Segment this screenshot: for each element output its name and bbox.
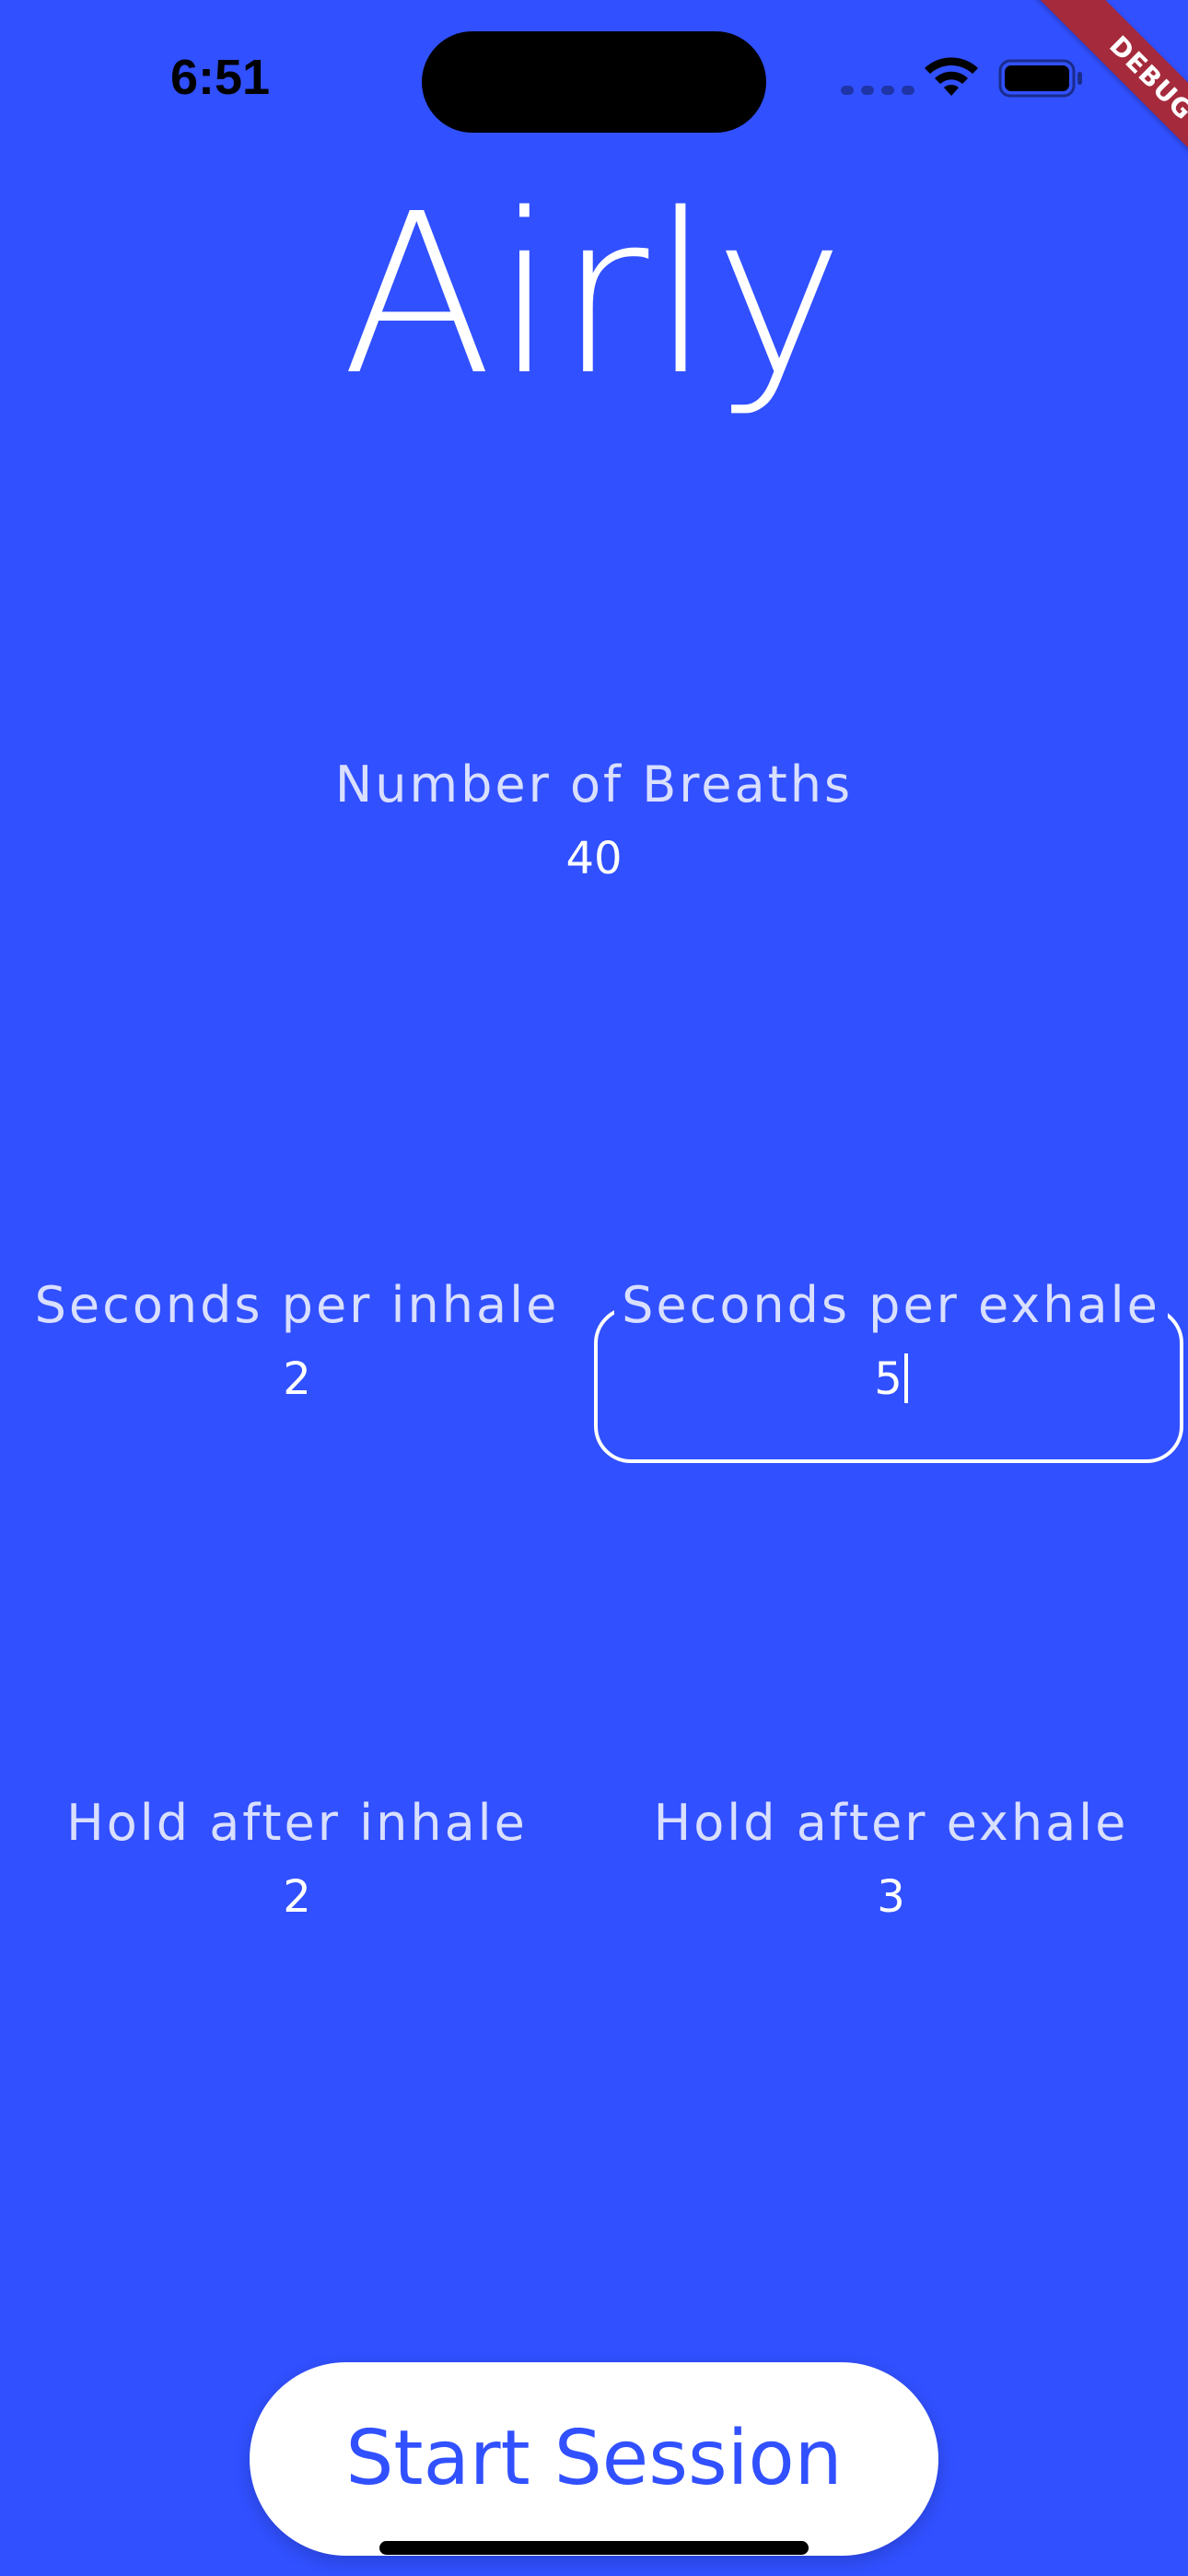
breaths-field[interactable]: Number of Breaths 40 [0,755,1188,886]
inhale-input[interactable]: 2 [0,1352,594,1407]
start-session-button[interactable]: Start Session [250,2362,938,2556]
hold-inhale-field[interactable]: Hold after inhale 2 [0,1794,594,1925]
breaths-label: Number of Breaths [334,755,854,814]
dynamic-island [422,31,766,133]
hold-exhale-label: Hold after exhale [653,1794,1129,1852]
app-screen: 6:51 DEBUG Airly Number of Breaths 40 Se… [0,0,1188,2576]
text-cursor [903,1353,908,1403]
app-title: Airly [341,166,847,424]
battery-icon [998,59,1082,98]
exhale-label: Seconds per exhale [614,1276,1168,1335]
inhale-label: Seconds per inhale [34,1276,560,1334]
exhale-input[interactable]: 5 [594,1352,1188,1407]
hold-inhale-label: Hold after inhale [66,1794,528,1852]
cellular-signal-icon [841,86,914,95]
hold-exhale-input[interactable]: 3 [594,1869,1188,1925]
status-time: 6:51 [170,50,271,105]
breaths-input[interactable]: 40 [0,831,1188,886]
hold-exhale-field[interactable]: Hold after exhale 3 [594,1794,1188,1925]
wifi-icon [925,57,978,96]
exhale-value: 5 [874,1353,903,1405]
home-indicator[interactable] [379,2541,809,2555]
inhale-field[interactable]: Seconds per inhale 2 [0,1276,594,1407]
hold-inhale-input[interactable]: 2 [0,1869,594,1925]
exhale-field[interactable]: Seconds per exhale 5 [594,1276,1188,1407]
